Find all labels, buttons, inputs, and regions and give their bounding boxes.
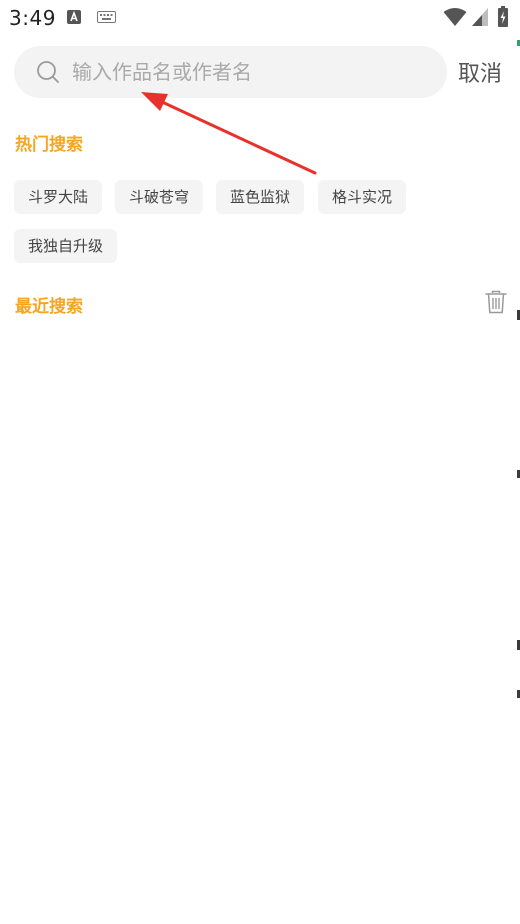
hot-search-tag[interactable]: 斗破苍穹	[115, 180, 204, 214]
hot-search-tag[interactable]: 我独自升级	[14, 229, 118, 263]
search-input[interactable]	[72, 46, 432, 98]
signal-icon	[472, 8, 488, 26]
cancel-button[interactable]: 取消	[458, 56, 502, 88]
wifi-icon	[443, 8, 467, 26]
search-row: 取消	[0, 46, 520, 98]
keyboard-icon	[97, 11, 116, 23]
trash-icon[interactable]	[485, 290, 507, 314]
hot-search-title: 热门搜索	[15, 135, 83, 155]
search-icon	[37, 61, 59, 83]
battery-charging-icon	[498, 6, 508, 27]
hot-search-tag[interactable]: 格斗实况	[318, 180, 407, 214]
hot-search-tag[interactable]: 蓝色监狱	[216, 180, 305, 214]
search-box[interactable]	[14, 46, 447, 98]
a-notification-icon	[67, 10, 81, 24]
recent-search-title: 最近搜索	[15, 297, 83, 317]
hot-search-tag[interactable]: 斗罗大陆	[14, 180, 103, 214]
status-time: 3:49	[9, 6, 56, 30]
status-bar: 3:49	[0, 0, 520, 36]
